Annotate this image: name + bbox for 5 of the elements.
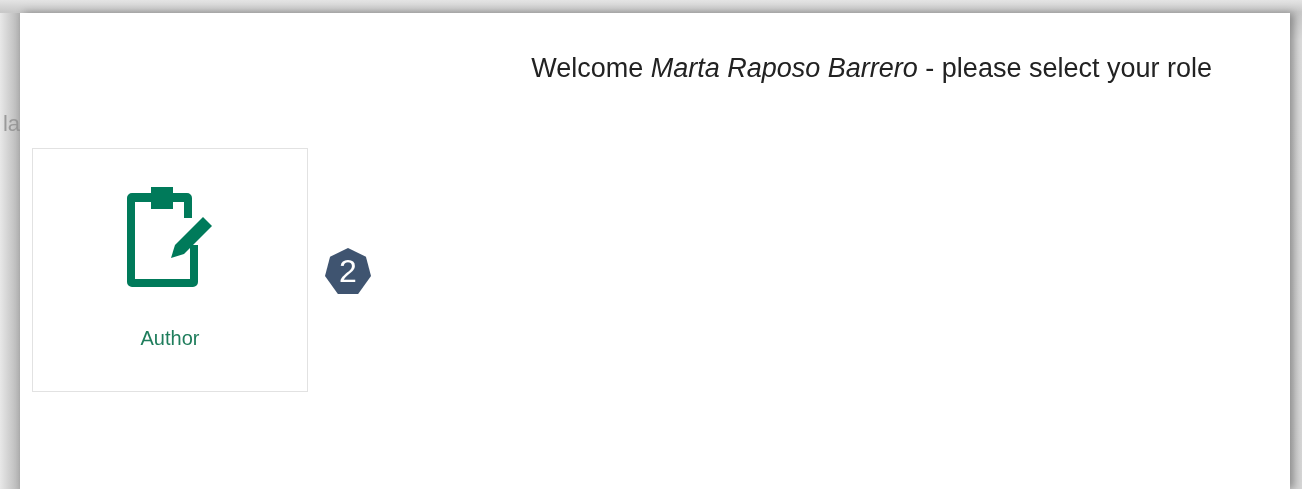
role-card[interactable]: Author — [32, 148, 308, 392]
clipboard-pencil-icon — [125, 187, 215, 287]
background-text: la — [2, 111, 20, 137]
welcome-heading: Welcome Marta Raposo Barrero - please select your role — [531, 53, 1212, 84]
step-badge: 2 — [325, 248, 371, 294]
